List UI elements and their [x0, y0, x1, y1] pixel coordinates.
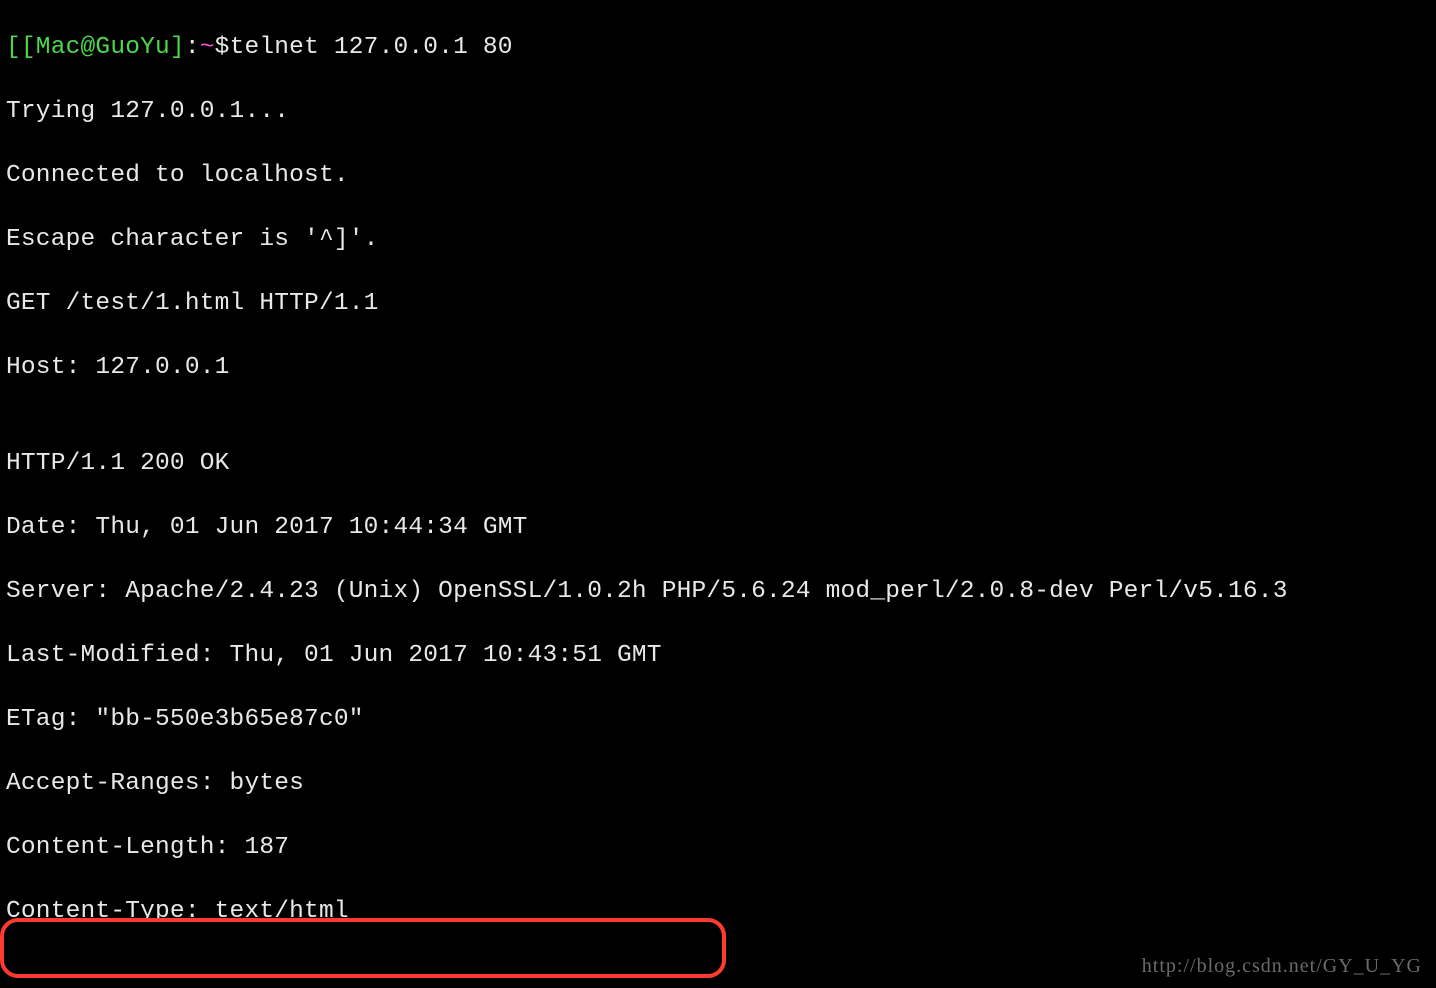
prompt-bracket-open: [: [6, 34, 21, 61]
output-line: Content-Type: text/html: [6, 896, 1430, 928]
prompt-colon: :: [185, 34, 200, 61]
output-line: Server: Apache/2.4.23 (Unix) OpenSSL/1.0…: [6, 576, 1430, 608]
output-line: ETag: "bb-550e3b65e87c0": [6, 704, 1430, 736]
output-line: GET /test/1.html HTTP/1.1: [6, 288, 1430, 320]
prompt-dollar: $: [215, 34, 230, 61]
output-line: Accept-Ranges: bytes: [6, 768, 1430, 800]
output-line: Connected to localhost.: [6, 160, 1430, 192]
output-line: Escape character is '^]'.: [6, 224, 1430, 256]
prompt-line: [[Mac@GuoYu]:~$telnet 127.0.0.1 80: [6, 32, 1430, 64]
output-line: Trying 127.0.0.1...: [6, 96, 1430, 128]
output-line: Date: Thu, 01 Jun 2017 10:44:34 GMT: [6, 512, 1430, 544]
output-line: Host: 127.0.0.1: [6, 352, 1430, 384]
output-line: HTTP/1.1 200 OK: [6, 448, 1430, 480]
watermark-text: http://blog.csdn.net/GY_U_YG: [1142, 950, 1422, 982]
terminal-output[interactable]: [[Mac@GuoYu]:~$telnet 127.0.0.1 80 Tryin…: [0, 0, 1436, 988]
command-text: telnet 127.0.0.1 80: [230, 34, 513, 61]
output-line: Last-Modified: Thu, 01 Jun 2017 10:43:51…: [6, 640, 1430, 672]
prompt-user-host: [Mac@GuoYu]: [21, 34, 185, 61]
prompt-tilde: ~: [200, 34, 215, 61]
output-line: Content-Length: 187: [6, 832, 1430, 864]
